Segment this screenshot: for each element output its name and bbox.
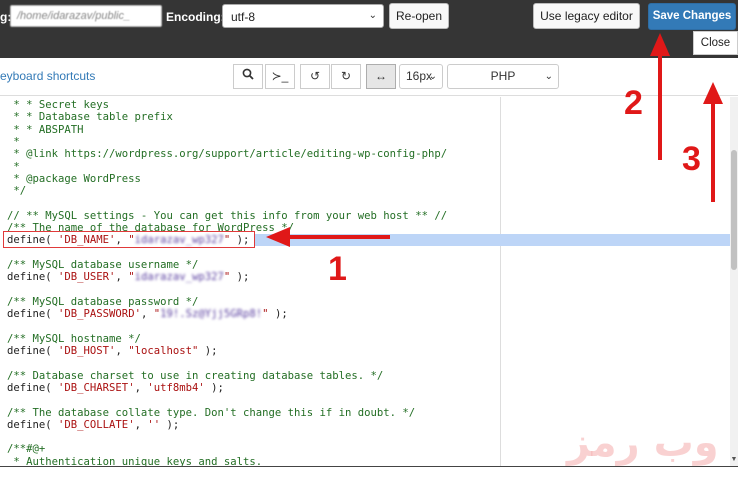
annotation-number-2: 2 [624, 84, 643, 122]
annotation-number-3: 3 [682, 140, 701, 178]
annotation-number-1: 1 [328, 250, 347, 288]
watermark-logo: وب رمز [567, 420, 719, 466]
annotation-arrows [266, 33, 723, 247]
